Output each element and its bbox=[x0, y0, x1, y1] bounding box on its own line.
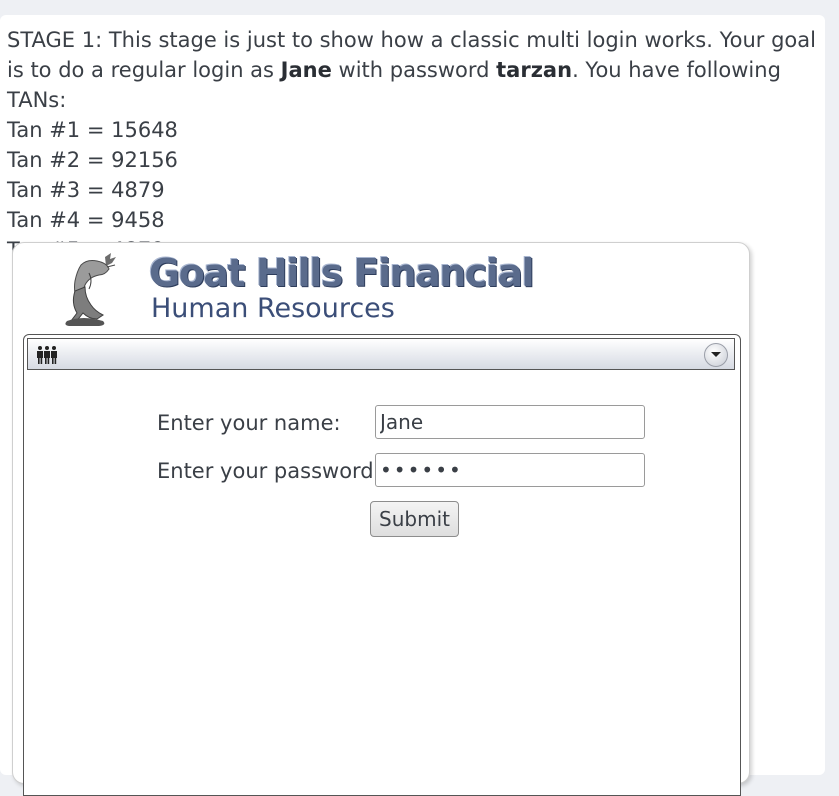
name-label: Enter your name: bbox=[157, 411, 341, 435]
name-input[interactable] bbox=[375, 405, 645, 439]
instructions-password: tarzan bbox=[496, 58, 573, 82]
collapse-button[interactable] bbox=[704, 343, 728, 367]
app-title: Goat Hills Financial bbox=[149, 251, 535, 295]
password-input[interactable] bbox=[375, 453, 645, 487]
login-panel: Enter your name: Enter your password: Su… bbox=[23, 334, 741, 796]
hr-application-frame: Goat Hills Financial Human Resources Ent… bbox=[12, 242, 750, 796]
submit-button[interactable]: Submit bbox=[370, 501, 459, 537]
tan-item: Tan #4 = 9458 bbox=[7, 208, 165, 232]
password-label: Enter your password: bbox=[157, 459, 381, 483]
tan-item: Tan #3 = 4879 bbox=[7, 178, 165, 202]
people-icon bbox=[37, 346, 57, 364]
tan-item: Tan #2 = 92156 bbox=[7, 148, 178, 172]
panel-header bbox=[27, 338, 735, 370]
stage-instructions: STAGE 1: This stage is just to show how … bbox=[7, 25, 822, 265]
goat-icon bbox=[65, 253, 116, 326]
chevron-down-icon bbox=[711, 352, 721, 357]
instructions-username: Jane bbox=[280, 58, 332, 82]
instructions-with-password: with password bbox=[331, 58, 497, 82]
app-subtitle: Human Resources bbox=[151, 293, 395, 324]
tan-item: Tan #1 = 15648 bbox=[7, 118, 178, 142]
